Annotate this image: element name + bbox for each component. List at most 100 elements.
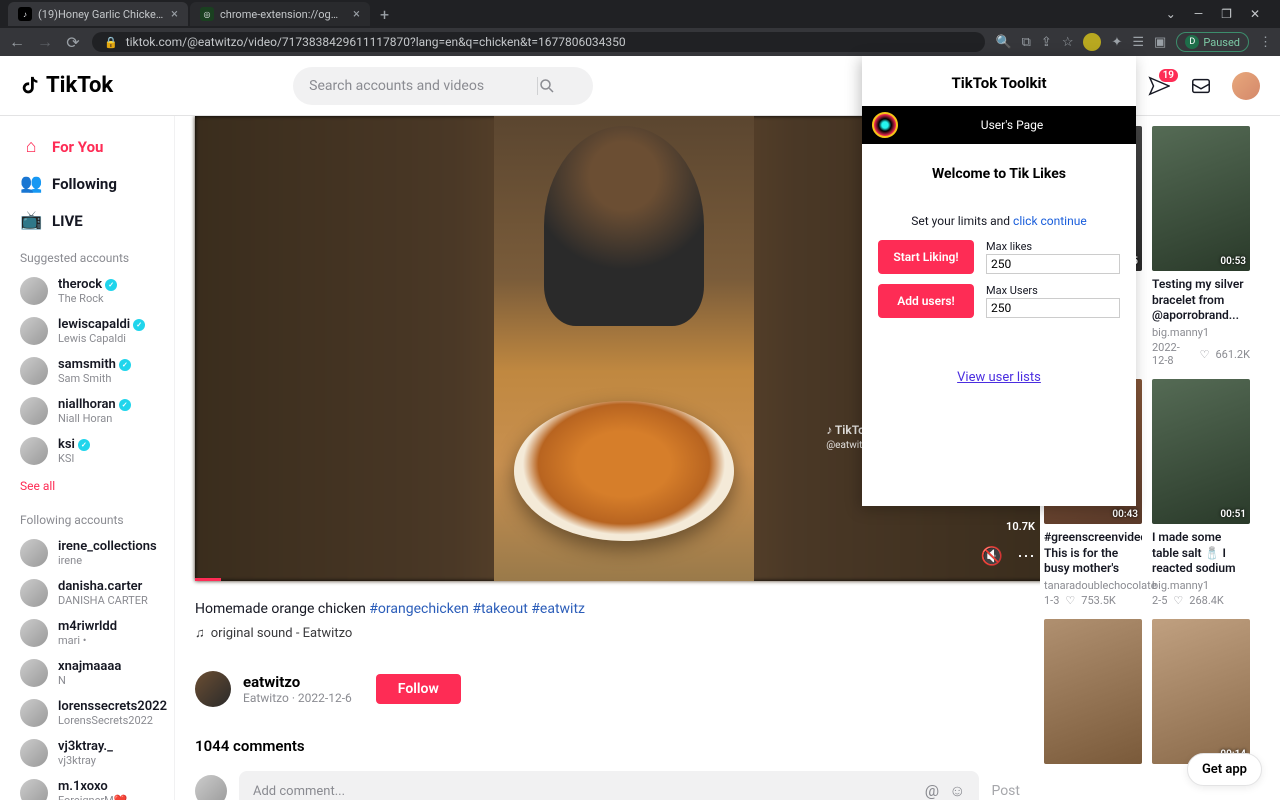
nav-live[interactable]: 📺 LIVE: [10, 202, 174, 239]
inbox-button[interactable]: [1190, 75, 1212, 97]
account-username: lewiscapaldi✓: [58, 317, 145, 332]
related-video-card[interactable]: [1044, 619, 1142, 764]
account-item[interactable]: lorenssecrets2022 LorensSecrets2022: [10, 693, 174, 733]
see-all-link[interactable]: See all: [10, 471, 174, 501]
popup-logo-icon: [872, 112, 898, 138]
tiktok-logo-icon: [20, 74, 42, 98]
popup-page-label: User's Page: [898, 118, 1126, 132]
account-avatar: [20, 317, 48, 345]
close-window-icon[interactable]: ✕: [1250, 7, 1260, 21]
tiktok-favicon: ♪: [18, 7, 32, 21]
related-video-card[interactable]: 00:51 I made some table salt 🧂 I reacted…: [1152, 379, 1250, 607]
video-duration: 00:43: [1112, 509, 1138, 520]
nav-following[interactable]: 👥 Following: [10, 165, 174, 202]
account-displayname: mari •: [58, 634, 117, 647]
close-icon[interactable]: ×: [171, 7, 178, 22]
back-button[interactable]: ←: [8, 32, 26, 52]
account-item[interactable]: m4riwrldd mari •: [10, 613, 174, 653]
account-item[interactable]: xnajmaaaa N: [10, 653, 174, 693]
search-box[interactable]: [293, 67, 593, 105]
account-item[interactable]: irene_collections irene: [10, 533, 174, 573]
bookmark-icon[interactable]: ☆: [1062, 35, 1074, 50]
comment-composer: @ ☺ Post: [195, 771, 1020, 800]
account-item[interactable]: lewiscapaldi✓ Lewis Capaldi: [10, 311, 174, 351]
account-username: m.1xoxo: [58, 779, 128, 794]
account-item[interactable]: vj3ktray._ vj3ktray: [10, 733, 174, 773]
extension-icon[interactable]: [1083, 33, 1101, 51]
close-icon[interactable]: ×: [353, 7, 360, 22]
account-avatar: [20, 357, 48, 385]
browser-tab[interactable]: ◎ chrome-extension://ogmaallndjg ×: [190, 2, 370, 26]
reload-button[interactable]: ⟳: [64, 33, 82, 52]
reading-list-icon[interactable]: ☰: [1132, 35, 1144, 50]
paused-label: Paused: [1203, 36, 1240, 49]
comment-input-wrapper[interactable]: @ ☺: [239, 771, 979, 800]
account-displayname: Lewis Capaldi: [58, 332, 145, 345]
profile-paused-pill[interactable]: D Paused: [1176, 32, 1249, 52]
profile-avatar[interactable]: [1232, 72, 1260, 100]
search-input[interactable]: [309, 78, 537, 94]
view-user-lists-link[interactable]: View user lists: [957, 370, 1041, 385]
account-username: samsmith✓: [58, 357, 131, 372]
get-app-button[interactable]: Get app: [1187, 753, 1262, 786]
related-video-card[interactable]: 00:14: [1152, 619, 1250, 764]
suggested-accounts-title: Suggested accounts: [10, 239, 174, 271]
nav-for-you[interactable]: ⌂ For You: [10, 128, 174, 165]
popup-header-bar: User's Page: [862, 106, 1136, 144]
comment-input[interactable]: [253, 784, 925, 799]
continue-link[interactable]: click continue: [1013, 214, 1087, 228]
max-users-input[interactable]: [986, 298, 1120, 318]
nav-label: LIVE: [52, 212, 83, 230]
address-bar[interactable]: 🔒 tiktok.com/@eatwitzo/video/71738384296…: [92, 32, 985, 52]
search-icon[interactable]: 🔍: [995, 35, 1011, 50]
search-button[interactable]: [537, 77, 577, 95]
max-users-label: Max Users: [986, 284, 1120, 297]
hashtag-link[interactable]: #orangechicken #takeout #eatwitz: [369, 601, 585, 617]
my-avatar[interactable]: [195, 775, 227, 800]
progress-bar[interactable]: [195, 578, 221, 581]
home-icon: ⌂: [20, 136, 42, 157]
mute-icon[interactable]: 🔇: [981, 546, 1003, 567]
related-title: Testing my silver bracelet from @aporrob…: [1152, 277, 1250, 323]
account-item[interactable]: m.1xoxo ForeignerM❤️: [10, 773, 174, 800]
account-item[interactable]: samsmith✓ Sam Smith: [10, 351, 174, 391]
tiktok-logo[interactable]: TikTok: [20, 73, 113, 98]
kebab-menu-icon[interactable]: ⋮: [1259, 35, 1272, 50]
follow-button[interactable]: Follow: [376, 674, 461, 704]
related-stats: 1-3 ♡ 753.5K: [1044, 594, 1142, 607]
max-likes-input[interactable]: [986, 254, 1120, 274]
chevron-down-icon[interactable]: ⌄: [1166, 7, 1176, 21]
sidebar: ⌂ For You 👥 Following 📺 LIVE Suggested a…: [0, 116, 175, 800]
browser-chrome: ♪ (19)Honey Garlic Chicken Tender × ◎ ch…: [0, 0, 1280, 56]
account-item[interactable]: danisha.carter DANISHA CARTER: [10, 573, 174, 613]
emoji-icon[interactable]: ☺: [949, 781, 965, 800]
maximize-icon[interactable]: ❐: [1221, 7, 1232, 21]
minimize-icon[interactable]: —: [1194, 7, 1203, 21]
post-button[interactable]: Post: [991, 783, 1020, 799]
mention-icon[interactable]: @: [925, 781, 939, 800]
messages-button[interactable]: 19: [1148, 75, 1170, 97]
browser-tab-active[interactable]: ♪ (19)Honey Garlic Chicken Tender ×: [8, 2, 188, 26]
new-tab-button[interactable]: +: [372, 5, 397, 24]
music-link[interactable]: ♫ original sound - Eatwitzo: [195, 625, 1020, 641]
more-icon[interactable]: ⋯: [1017, 546, 1035, 567]
author-avatar[interactable]: [195, 671, 231, 707]
author-username[interactable]: eatwitzo: [243, 673, 352, 691]
share-icon[interactable]: ⇪: [1041, 35, 1052, 50]
account-username: irene_collections: [58, 539, 157, 554]
add-users-button[interactable]: Add users!: [878, 284, 974, 318]
start-liking-button[interactable]: Start Liking!: [878, 240, 974, 274]
related-video-card[interactable]: 00:53 Testing my silver bracelet from @a…: [1152, 126, 1250, 367]
tab-title: (19)Honey Garlic Chicken Tender: [38, 8, 165, 21]
open-external-icon[interactable]: ⧉: [1022, 35, 1031, 50]
side-panel-icon[interactable]: ▣: [1154, 35, 1166, 50]
account-item[interactable]: niallhoran✓ Niall Horan: [10, 391, 174, 431]
extensions-icon[interactable]: ✦: [1111, 35, 1122, 50]
account-item[interactable]: ksi✓ KSI: [10, 431, 174, 471]
account-item[interactable]: therock✓ The Rock: [10, 271, 174, 311]
account-displayname: LorensSecrets2022: [58, 714, 167, 727]
account-displayname: KSI: [58, 452, 90, 465]
account-avatar: [20, 659, 48, 687]
account-displayname: The Rock: [58, 292, 117, 305]
browser-toolbar: ← → ⟳ 🔒 tiktok.com/@eatwitzo/video/71738…: [0, 28, 1280, 56]
